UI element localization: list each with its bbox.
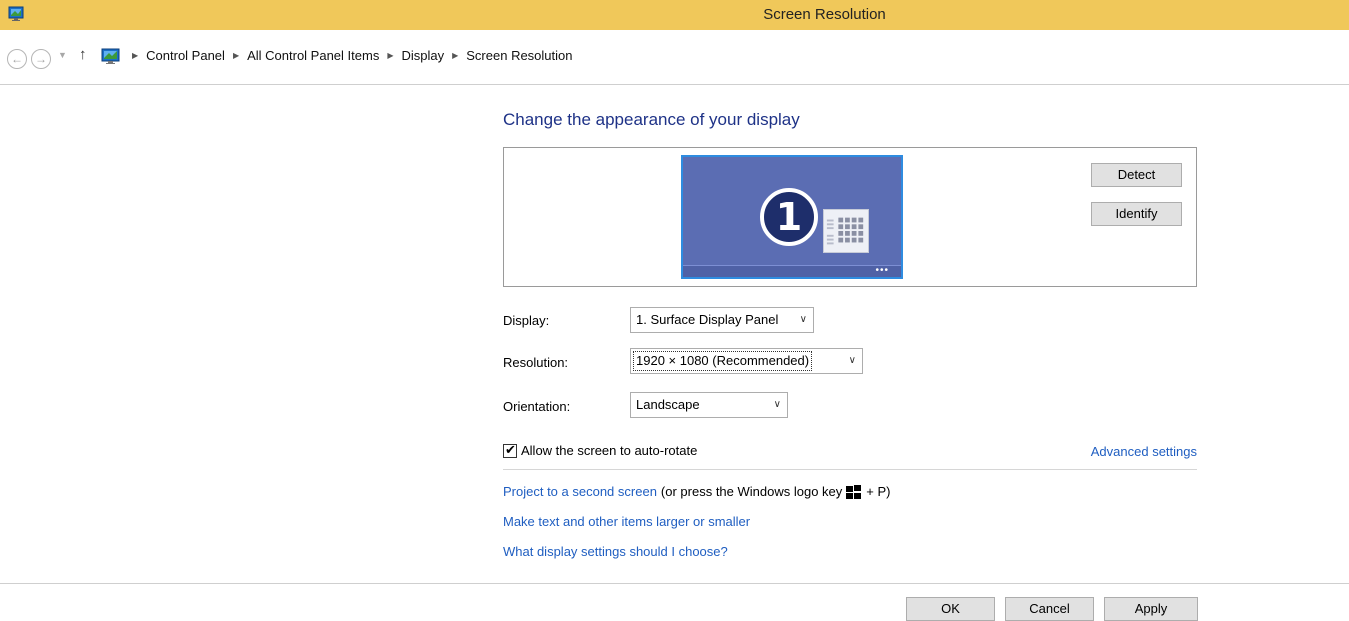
back-button[interactable]: ← [7, 49, 27, 69]
text-size-link[interactable]: Make text and other items larger or smal… [503, 514, 750, 529]
breadcrumb-separator-icon: ▶ [452, 51, 459, 60]
monitor-arrangement-panel: 1 ••• Detect Identify [503, 147, 1197, 287]
detect-button[interactable]: Detect [1091, 163, 1182, 187]
monitor-1-tile[interactable]: 1 ••• [681, 155, 903, 279]
cancel-button[interactable]: Cancel [1005, 597, 1094, 621]
breadcrumb-separator-icon: ▶ [232, 51, 240, 60]
address-bar: ← → ▼ ↑ ▶ Control Panel ▶ All Control Pa… [0, 31, 1349, 85]
back-arrow-icon: ← [11, 52, 23, 66]
resolution-select-value: 1920 × 1080 (Recommended) [633, 351, 813, 371]
display-label: Display: [503, 313, 550, 328]
autorotate-label[interactable]: Allow the screen to auto-rotate [521, 443, 697, 458]
project-second-screen-link[interactable]: Project to a second screen [503, 484, 657, 499]
monitor-taskbar: ••• [683, 265, 901, 277]
display-select[interactable]: 1. Surface Display Panel ∨ [630, 307, 814, 333]
display-settings-help-link[interactable]: What display settings should I choose? [503, 544, 728, 559]
forward-arrow-icon: → [35, 52, 47, 66]
recent-locations-chevron-down-icon[interactable]: ▼ [58, 50, 67, 60]
checkmark-icon: ✔ [505, 441, 516, 457]
orientation-select[interactable]: Landscape ∨ [630, 392, 788, 418]
breadcrumb-item-display[interactable]: Display [401, 48, 444, 63]
more-dots-icon: ••• [875, 265, 889, 276]
resolution-label: Resolution: [503, 355, 569, 370]
windows-logo-icon [846, 484, 862, 499]
advanced-settings-link[interactable]: Advanced settings [1091, 444, 1197, 459]
control-panel-icon[interactable] [101, 48, 120, 65]
breadcrumb-separator-icon: ▶ [387, 51, 394, 60]
breadcrumb-item-all-items[interactable]: All Control Panel Items [247, 48, 379, 63]
breadcrumb-separator-icon: ▶ [132, 51, 139, 60]
ok-button[interactable]: OK [906, 597, 995, 621]
project-row: Project to a second screen (or press the… [503, 484, 891, 499]
chevron-down-icon: ∨ [799, 314, 807, 325]
up-arrow-icon[interactable]: ↑ [79, 46, 87, 63]
breadcrumb-item-screen-resolution[interactable]: Screen Resolution [466, 48, 572, 63]
address-divider [0, 84, 1349, 85]
page-title: Change the appearance of your display [503, 110, 800, 129]
title-bar: Screen Resolution [0, 0, 1349, 30]
chevron-down-icon: ∨ [773, 399, 781, 410]
resolution-select[interactable]: 1920 × 1080 (Recommended) ∨ [630, 348, 863, 374]
forward-button[interactable]: → [31, 49, 51, 69]
apply-button[interactable]: Apply [1104, 597, 1198, 621]
autorotate-checkbox[interactable]: ✔ [503, 441, 517, 458]
breadcrumb-item-control-panel[interactable]: Control Panel [146, 48, 225, 63]
start-screen-tiles-icon [823, 209, 869, 253]
display-select-value: 1. Surface Display Panel [636, 312, 779, 327]
project-hint-keys: + P) [866, 484, 891, 499]
orientation-select-value: Landscape [636, 397, 700, 412]
window-title: Screen Resolution [763, 6, 886, 23]
footer-divider [0, 583, 1349, 584]
project-hint-text: (or press the Windows logo key [660, 484, 843, 499]
breadcrumb: ▶ Control Panel ▶ All Control Panel Item… [128, 48, 573, 63]
orientation-label: Orientation: [503, 399, 571, 414]
identify-button[interactable]: Identify [1091, 202, 1182, 226]
monitor-number-badge: 1 [760, 188, 818, 246]
chevron-down-icon: ∨ [848, 355, 856, 366]
autorotate-row: ✔ Allow the screen to auto-rotate [503, 441, 697, 458]
section-divider [503, 469, 1197, 470]
